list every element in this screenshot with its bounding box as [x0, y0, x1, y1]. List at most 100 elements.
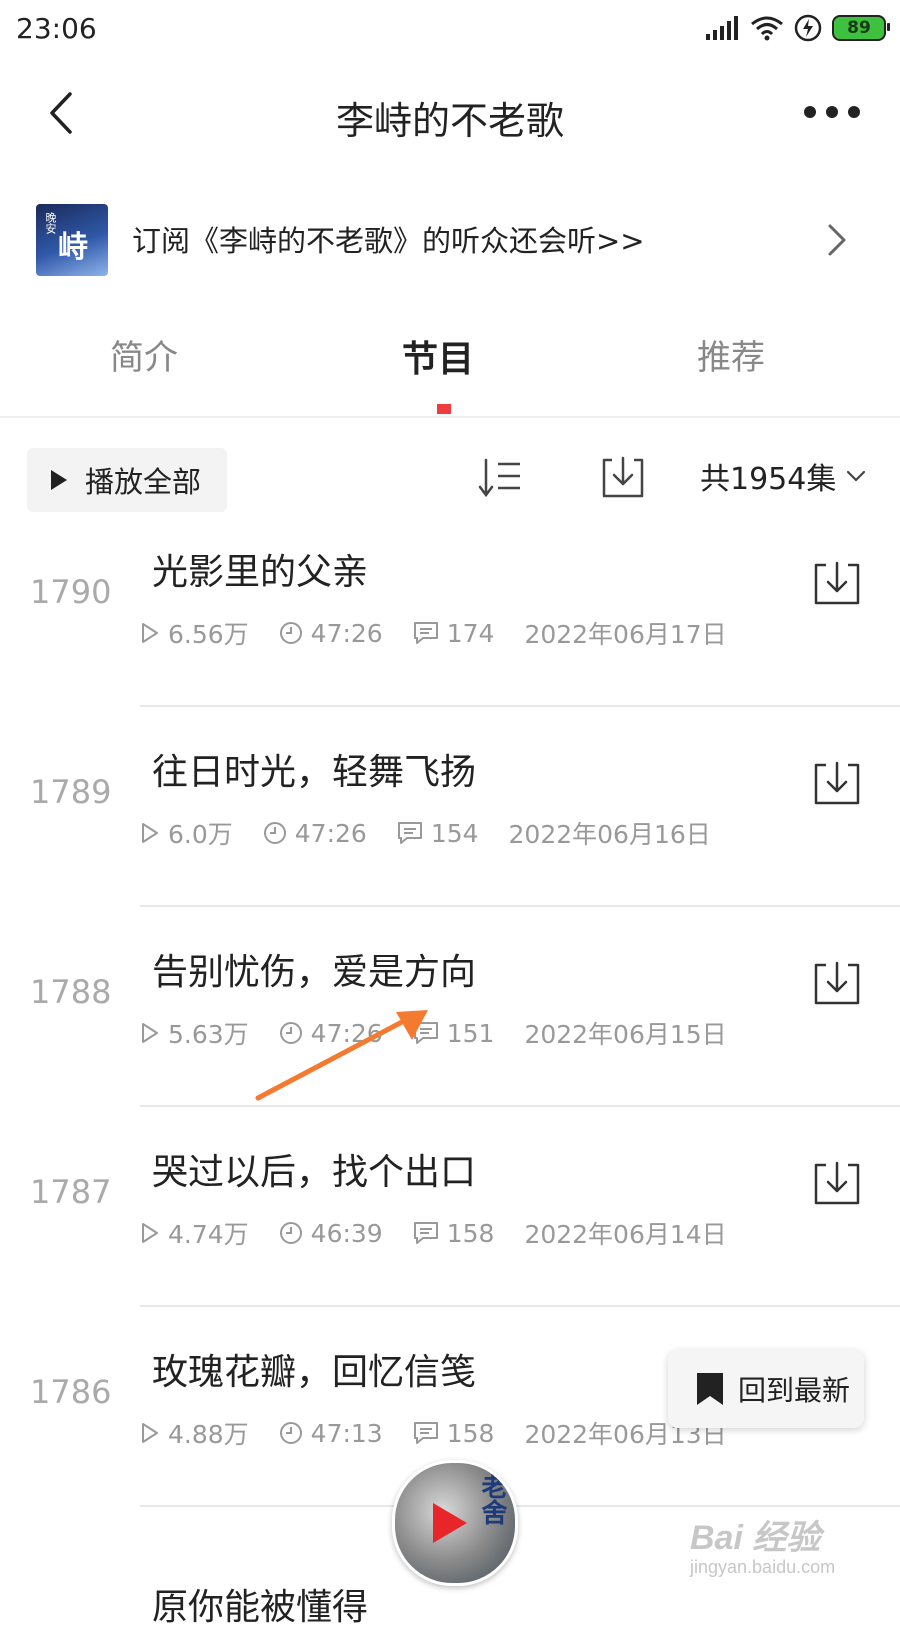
clock-icon: [279, 1022, 302, 1044]
comment-count: 154: [397, 819, 479, 848]
battery-indicator: 89: [832, 15, 890, 41]
episode-number: 1790: [30, 573, 112, 611]
episode-number: 1786: [30, 1373, 112, 1411]
episode-meta: 4.74万 46:39 158 2022年06月14日: [140, 1215, 757, 1251]
episode-download-button[interactable]: [812, 1159, 862, 1209]
episode-count-label: 共1954集: [700, 462, 837, 497]
play-count: 4.88万: [140, 1415, 249, 1451]
play-icon: [51, 470, 67, 490]
play-count-icon: [142, 1423, 158, 1443]
episode-download-button[interactable]: [812, 959, 862, 1009]
episode-download-button[interactable]: [812, 559, 862, 609]
nav-header: 李峙的不老歌: [0, 60, 900, 170]
duration: 47:26: [279, 619, 383, 648]
episode-row[interactable]: 1789 往日时光，轻舞飞扬 6.0万 47:26 154 2022年06月16日: [0, 703, 900, 907]
duration: 47:13: [279, 1419, 383, 1448]
download-icon: [814, 761, 860, 805]
duration: 47:26: [279, 1019, 383, 1048]
play-count: 5.63万: [140, 1015, 249, 1051]
bookmark-icon: [697, 1373, 723, 1405]
episode-download-button[interactable]: [812, 759, 862, 809]
publish-date: 2022年06月15日: [524, 1020, 727, 1049]
episode-title-partial[interactable]: 原你能被懂得: [152, 1578, 368, 1630]
comment-icon: [413, 1222, 438, 1244]
play-icon: [433, 1503, 467, 1543]
wifi-icon: [751, 16, 783, 41]
play-count-value: 4.88万: [168, 1420, 249, 1449]
signal-icon: [706, 16, 738, 40]
episode-number: 1788: [30, 973, 112, 1011]
comment-count-value: 154: [430, 818, 479, 848]
download-icon: [602, 456, 644, 498]
tab-recommend[interactable]: 推荐: [697, 330, 765, 379]
mini-player-cover-text: 老舍: [477, 1473, 507, 1525]
clock-icon: [279, 622, 302, 644]
comment-icon: [413, 1422, 438, 1444]
episode-row[interactable]: 1788 告别忧伤，爱是方向 5.63万 47:26 151 2022年06月15日: [0, 903, 900, 1107]
comment-count-value: 174: [446, 618, 495, 648]
watermark: Bai 经验 jingyan.baidu.com: [690, 1510, 835, 1578]
cover-caption: 晚安: [44, 212, 57, 234]
episode-title[interactable]: 哭过以后，找个出口: [152, 1143, 476, 1195]
episode-number: 1787: [30, 1173, 112, 1211]
play-count-value: 6.0万: [168, 820, 233, 849]
episode-title[interactable]: 告别忧伤，爱是方向: [152, 943, 476, 995]
comment-count-value: 158: [446, 1418, 495, 1448]
comment-count-value: 151: [446, 1018, 495, 1048]
play-count-value: 6.56万: [168, 620, 249, 649]
clock-icon: [263, 822, 286, 844]
episode-title[interactable]: 玫瑰花瓣，回忆信笺: [152, 1343, 476, 1395]
episode-title[interactable]: 光影里的父亲: [152, 543, 368, 595]
more-dots-icon: [804, 106, 860, 118]
listeners-also-listen-banner[interactable]: 晚安 峙 订阅《李峙的不老歌》的听众还会听>>: [0, 190, 900, 290]
batch-download-button[interactable]: [598, 452, 648, 502]
page-title: 李峙的不老歌: [335, 99, 564, 143]
episode-title[interactable]: 往日时光，轻舞飞扬: [152, 743, 476, 795]
status-time: 23:06: [16, 12, 97, 45]
tab-intro[interactable]: 简介: [110, 330, 178, 379]
mini-player[interactable]: 老舍: [392, 1460, 518, 1586]
comment-icon: [413, 1022, 438, 1044]
watermark-logo: Bai 经验: [690, 1519, 821, 1557]
duration-value: 47:26: [310, 618, 383, 648]
episode-meta: 4.88万 47:13 158 2022年06月13日: [140, 1415, 757, 1451]
play-all-label: 播放全部: [85, 465, 202, 499]
play-count-icon: [142, 623, 158, 643]
duration: 47:26: [263, 819, 367, 848]
album-cover-thumbnail: 晚安 峙: [36, 204, 108, 276]
status-icons: 89: [706, 14, 890, 42]
episode-meta: 6.0万 47:26 154 2022年06月16日: [140, 815, 741, 851]
episode-count-dropdown[interactable]: 共1954集: [700, 454, 866, 498]
clock-icon: [279, 1222, 302, 1244]
comment-icon: [397, 822, 422, 844]
watermark-url: jingyan.baidu.com: [690, 1557, 836, 1577]
episode-row[interactable]: 1790 光影里的父亲 6.56万 47:26 174 2022年06月17日: [0, 503, 900, 707]
duration-value: 47:26: [294, 818, 367, 848]
tab-episodes[interactable]: 节目: [402, 330, 474, 382]
sort-button[interactable]: [478, 454, 528, 504]
episode-row[interactable]: 1787 哭过以后，找个出口 4.74万 46:39 158 2022年06月14日: [0, 1103, 900, 1307]
comment-count-value: 158: [446, 1218, 495, 1248]
comment-count: 151: [413, 1018, 495, 1048]
comment-count: 174: [413, 618, 495, 648]
more-button[interactable]: [800, 90, 864, 134]
back-to-latest-button[interactable]: 回到最新: [668, 1350, 864, 1428]
episode-meta: 5.63万 47:26 151 2022年06月15日: [140, 1015, 757, 1051]
tab-bar: 简介 节目 推荐: [0, 320, 900, 418]
duration: 46:39: [279, 1219, 383, 1248]
episode-meta: 6.56万 47:26 174 2022年06月17日: [140, 615, 757, 651]
publish-date: 2022年06月17日: [524, 620, 727, 649]
play-count: 6.0万: [140, 815, 233, 851]
comment-count: 158: [413, 1418, 495, 1448]
publish-date: 2022年06月16日: [508, 820, 711, 849]
play-count-icon: [142, 823, 158, 843]
back-to-latest-label: 回到最新: [738, 1374, 851, 1407]
play-count-icon: [142, 1023, 158, 1043]
clock-icon: [279, 1422, 302, 1444]
play-count-value: 5.63万: [168, 1020, 249, 1049]
play-count-value: 4.74万: [168, 1220, 249, 1249]
charging-icon: [794, 14, 822, 42]
episode-number: 1789: [30, 773, 112, 811]
chevron-right-icon: [828, 224, 846, 256]
publish-date: 2022年06月14日: [524, 1220, 727, 1249]
